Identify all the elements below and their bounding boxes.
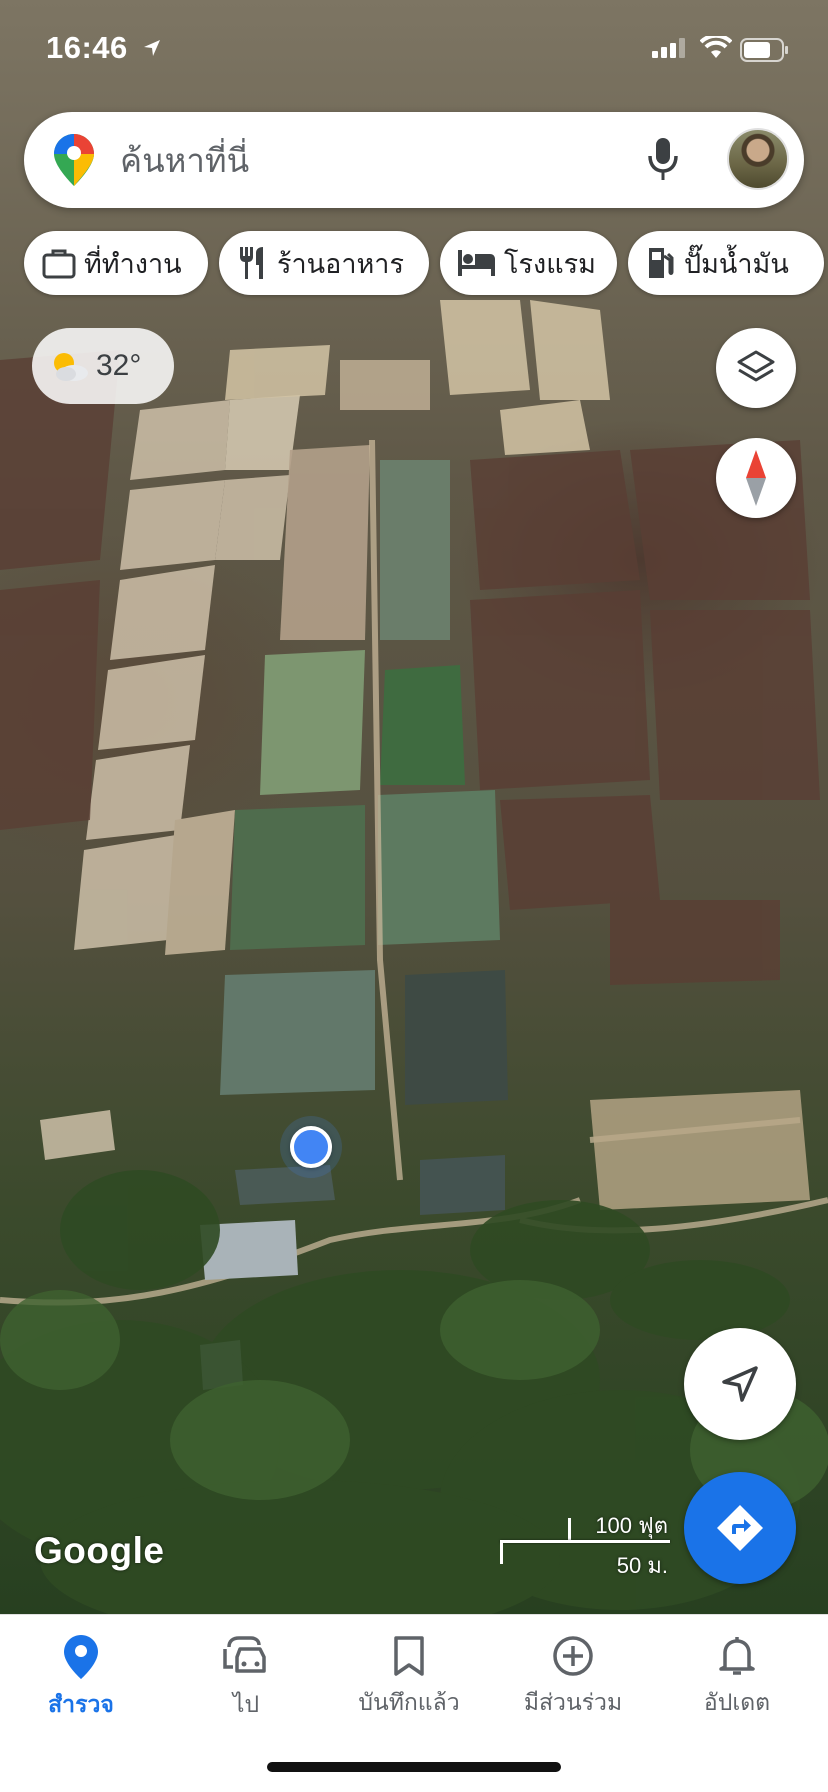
restaurant-icon <box>240 247 263 279</box>
nav-label: มีส่วนร่วม <box>523 1690 623 1716</box>
google-logo: Google <box>34 1530 165 1571</box>
compass-icon <box>746 450 766 506</box>
nav-updates[interactable]: อัปเดต <box>662 1635 812 1735</box>
nav-saved[interactable]: บันทึกแล้ว <box>334 1635 484 1735</box>
scale-tick <box>500 1540 503 1564</box>
status-time: 16:46 <box>46 30 128 65</box>
nav-go[interactable]: ไป <box>171 1635 321 1735</box>
nav-explore[interactable]: สำรวจ <box>6 1635 156 1735</box>
chip-work[interactable]: ที่ทำงาน <box>24 231 208 295</box>
scale-line <box>500 1540 670 1543</box>
chip-label: โรงแรม <box>504 248 596 280</box>
navigation-arrow-icon <box>722 1366 758 1402</box>
status-bar: 16:46 <box>0 0 828 100</box>
chip-label: ร้านอาหาร <box>277 248 404 280</box>
location-services-icon <box>144 40 160 56</box>
layers-icon <box>737 350 775 382</box>
chip-gas-stations[interactable]: ปั๊มน้ำมัน <box>628 231 824 295</box>
my-location-button[interactable] <box>684 1328 796 1440</box>
nav-label: อัปเดต <box>703 1690 771 1716</box>
explore-pin-icon <box>64 1635 98 1679</box>
nav-label: ไป <box>232 1692 260 1718</box>
compass-button[interactable] <box>716 438 796 518</box>
bell-icon <box>719 1637 755 1675</box>
weather-temperature: 32° <box>96 349 142 382</box>
nav-label: บันทึกแล้ว <box>358 1690 460 1716</box>
briefcase-icon <box>42 249 76 279</box>
chip-label: ปั๊มน้ำมัน <box>684 248 789 280</box>
battery-icon <box>740 38 788 62</box>
map-scale: 100 ฟุต 50 ม. <box>500 1508 670 1578</box>
cellular-signal-icon <box>652 38 685 58</box>
google-maps-pin-icon <box>54 134 94 186</box>
search-input[interactable] <box>120 132 550 188</box>
gas-station-icon <box>649 248 674 278</box>
account-avatar[interactable] <box>727 128 789 190</box>
partly-cloudy-icon <box>54 353 88 381</box>
nav-contribute[interactable]: มีส่วนร่วม <box>498 1635 648 1735</box>
chip-restaurants[interactable]: ร้านอาหาร <box>219 231 429 295</box>
map-layers-button[interactable] <box>716 328 796 408</box>
add-circle-icon <box>553 1636 593 1676</box>
directions-button[interactable] <box>684 1472 796 1584</box>
scale-tick <box>568 1518 571 1542</box>
scale-meters: 50 ม. <box>616 1553 668 1578</box>
directions-icon <box>717 1505 763 1551</box>
microphone-icon[interactable] <box>646 136 680 184</box>
weather-badge[interactable]: 32° <box>32 328 174 404</box>
home-indicator[interactable] <box>267 1762 561 1772</box>
chip-hotels[interactable]: โรงแรม <box>440 231 617 295</box>
hotel-icon <box>458 250 495 276</box>
current-location-dot <box>290 1126 332 1168</box>
car-icon <box>223 1636 266 1673</box>
nav-label: สำรวจ <box>48 1692 114 1718</box>
bookmark-icon <box>394 1636 424 1676</box>
scale-feet: 100 ฟุต <box>595 1513 668 1538</box>
wifi-icon <box>700 36 732 58</box>
search-bar[interactable] <box>24 112 804 208</box>
chip-label: ที่ทำงาน <box>84 248 182 280</box>
